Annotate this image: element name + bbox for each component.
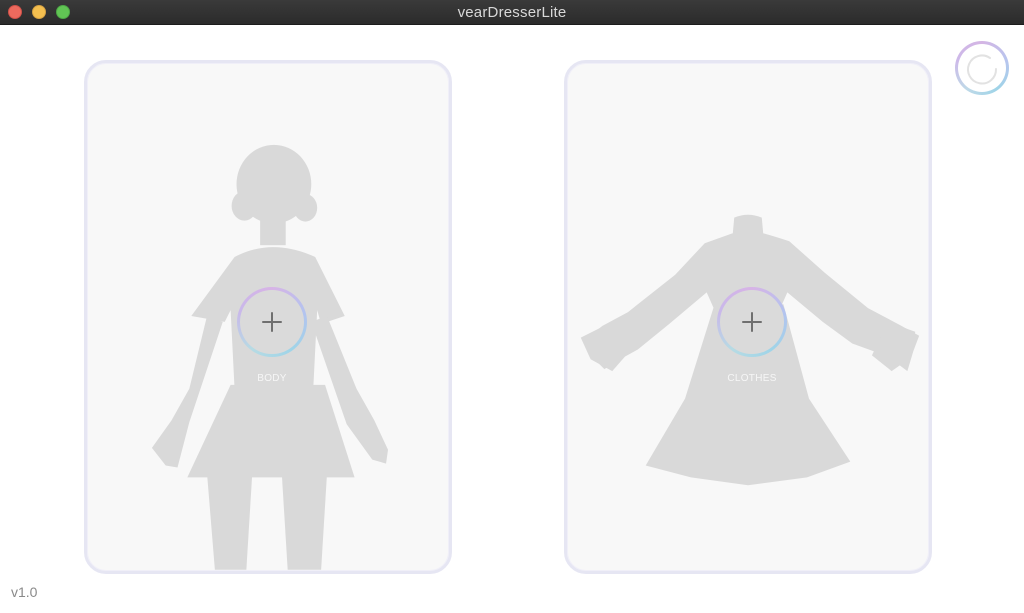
body-label: BODY (257, 373, 287, 384)
window-title: vearDresserLite (457, 4, 567, 21)
add-body-button[interactable] (237, 287, 307, 357)
refresh-button[interactable] (955, 41, 1009, 95)
refresh-icon (967, 54, 998, 85)
add-clothes-button[interactable] (717, 287, 787, 357)
clothes-label: CLOTHES (727, 373, 777, 384)
title-bar: vearDresserLite (0, 0, 1024, 25)
body-panel[interactable]: BODY (84, 60, 452, 574)
clothes-panel[interactable]: CLOTHES (564, 60, 932, 574)
plus-icon (237, 287, 307, 357)
plus-icon (717, 287, 787, 357)
version-label: v1.0 (11, 584, 38, 600)
